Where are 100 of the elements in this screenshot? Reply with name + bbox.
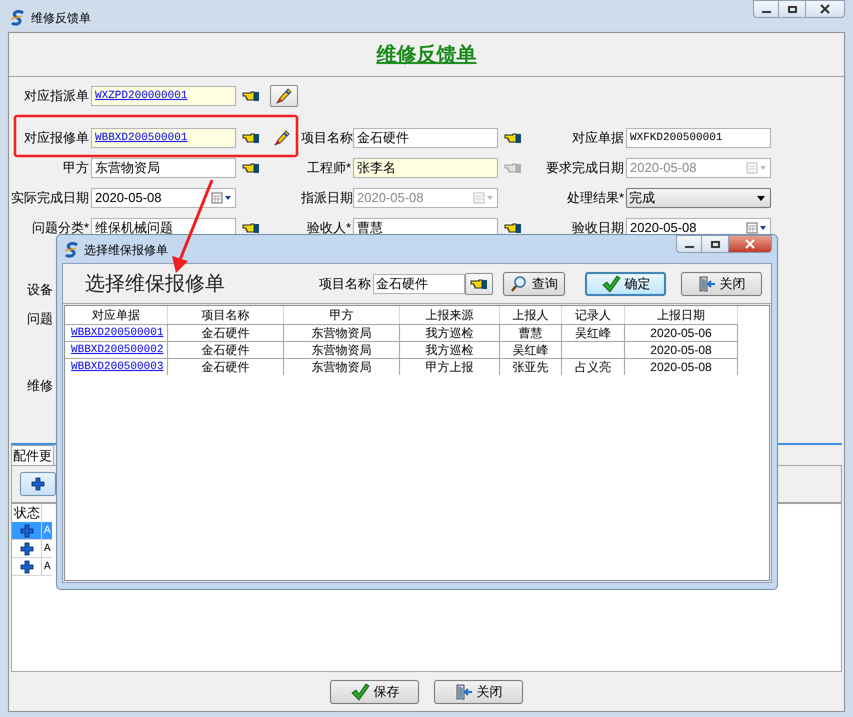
table-cell: 张亚先 <box>500 359 562 375</box>
field-label: 对应报修单 <box>23 129 89 148</box>
column-header[interactable]: 上报日期 <box>625 306 738 324</box>
text-field[interactable]: WXZPD200000001 <box>91 86 236 106</box>
field-label: 对应指派单 <box>23 87 89 106</box>
field-label: 实际完成日期 <box>11 189 89 208</box>
dialog-title: 选择维保报修单 <box>84 242 168 259</box>
pointing-hand-icon[interactable] <box>242 162 260 174</box>
add-button[interactable] <box>20 472 56 496</box>
pointing-hand-icon[interactable] <box>504 132 522 144</box>
table-cell-text: A <box>43 524 51 539</box>
minimize-button[interactable] <box>676 235 702 253</box>
date-field[interactable]: 2020-05-08 <box>91 188 236 208</box>
dialog-button[interactable]: 关闭 <box>681 272 762 296</box>
tab[interactable]: 配件更 <box>11 444 54 465</box>
door-exit-icon <box>454 682 472 700</box>
table-link[interactable]: WBBXD200500002 <box>65 342 168 358</box>
filter-label: 项目名称 <box>319 274 371 293</box>
pen-icon[interactable] <box>274 86 294 106</box>
table-cell: 我方巡检 <box>400 342 500 358</box>
dialog-button[interactable]: 确定 <box>585 272 666 296</box>
table-cell: 2020-05-08 <box>625 359 738 375</box>
field-label: 项目名称 <box>301 129 351 148</box>
footer-button[interactable]: 关闭 <box>434 680 523 704</box>
search-icon <box>510 274 528 292</box>
field-label: 维修 <box>27 377 53 395</box>
field-label: 设备 <box>27 281 53 299</box>
field-label: 对应单据 <box>571 129 624 148</box>
lookup-button[interactable] <box>465 272 493 294</box>
table-cell-text: A <box>43 542 51 557</box>
table-cell: 我方巡检 <box>400 325 500 341</box>
table-cell: 东营物资局 <box>284 325 400 341</box>
table-cell: 2020-05-08 <box>625 342 738 358</box>
column-header[interactable]: 对应单据 <box>65 306 168 324</box>
maximize-button[interactable] <box>702 235 728 253</box>
column-header[interactable]: 上报人 <box>500 306 562 324</box>
footer-button[interactable]: 保存 <box>330 680 419 704</box>
text-field[interactable]: WXFKD200500001 <box>626 128 771 148</box>
pointing-hand-icon[interactable] <box>504 222 522 234</box>
table-cell: 2020-05-06 <box>625 325 738 341</box>
dialog-heading: 选择维保报修单 <box>85 272 226 296</box>
text-field[interactable]: 张李名 <box>353 158 498 178</box>
checkmark-icon <box>600 274 620 294</box>
app-logo-icon <box>64 242 80 258</box>
minimize-button[interactable] <box>753 0 779 18</box>
table-cell: 甲方上报 <box>400 359 500 375</box>
plus-icon <box>20 560 34 574</box>
text-field[interactable]: 金石硬件 <box>353 128 498 148</box>
table-cell-text: A <box>43 560 51 575</box>
field-label: 指派日期 <box>301 189 351 208</box>
field-label: 工程师* <box>306 159 351 178</box>
table-cell: 吴红峰 <box>500 342 562 358</box>
project-name-field[interactable]: 金石硬件 <box>373 274 465 294</box>
edit-button[interactable] <box>270 85 298 107</box>
grid-row[interactable]: A <box>12 540 52 558</box>
pointing-hand-icon[interactable] <box>242 222 260 234</box>
table-cell: 金石硬件 <box>168 359 284 375</box>
pointing-hand-icon[interactable] <box>242 132 260 144</box>
table-cell: 金石硬件 <box>168 325 284 341</box>
column-header[interactable]: 项目名称 <box>168 306 284 324</box>
field-label: 验收日期 <box>571 219 624 238</box>
table-cell: 金石硬件 <box>168 342 284 358</box>
column-header[interactable]: 记录人 <box>562 306 625 324</box>
field-label: 问题分类* <box>30 219 89 238</box>
dialog-button[interactable]: 查询 <box>503 272 565 296</box>
grid-row[interactable]: A <box>12 558 52 576</box>
door-exit-icon <box>698 274 716 292</box>
dropdown-field[interactable]: 完成 <box>626 188 771 208</box>
table-link[interactable]: WBBXD200500001 <box>65 325 168 341</box>
app-logo-icon <box>10 10 26 26</box>
table-cell: 曹慧 <box>500 325 562 341</box>
maximize-button[interactable] <box>779 0 805 18</box>
column-header[interactable]: 上报来源 <box>400 306 500 324</box>
table-cell: 吴红峰 <box>562 325 625 341</box>
calendar-dropdown-icon[interactable] <box>211 192 233 204</box>
table-link[interactable]: WBBXD200500003 <box>65 359 168 375</box>
close-icon[interactable] <box>820 4 830 14</box>
window-title: 维修反馈单 <box>31 10 91 27</box>
table-cell: 占义亮 <box>562 359 625 375</box>
close-button[interactable] <box>805 0 845 18</box>
form-title: 维修反馈单 <box>376 42 476 68</box>
field-label: 处理结果* <box>566 189 624 208</box>
plus-icon <box>20 542 34 556</box>
text-field[interactable]: 东营物资局 <box>91 158 236 178</box>
checkmark-icon <box>350 682 370 702</box>
pointing-hand-icon[interactable] <box>242 90 260 102</box>
text-field[interactable]: WBBXD200500001 <box>91 128 236 148</box>
field-label: 要求完成日期 <box>546 159 624 178</box>
table-cell: 东营物资局 <box>284 342 400 358</box>
plus-icon <box>20 524 34 538</box>
pointing-hand-icon[interactable] <box>470 278 488 290</box>
field-label: 甲方 <box>62 159 89 178</box>
table-cell: 东营物资局 <box>284 359 400 375</box>
calendar-dropdown-icon[interactable] <box>746 222 768 234</box>
column-header[interactable]: 甲方 <box>284 306 400 324</box>
field-label: 验收人* <box>306 219 351 238</box>
close-button[interactable] <box>728 235 772 253</box>
field-label: 问题 <box>27 310 53 328</box>
pen-icon[interactable] <box>272 128 292 148</box>
plus-icon <box>31 477 45 491</box>
